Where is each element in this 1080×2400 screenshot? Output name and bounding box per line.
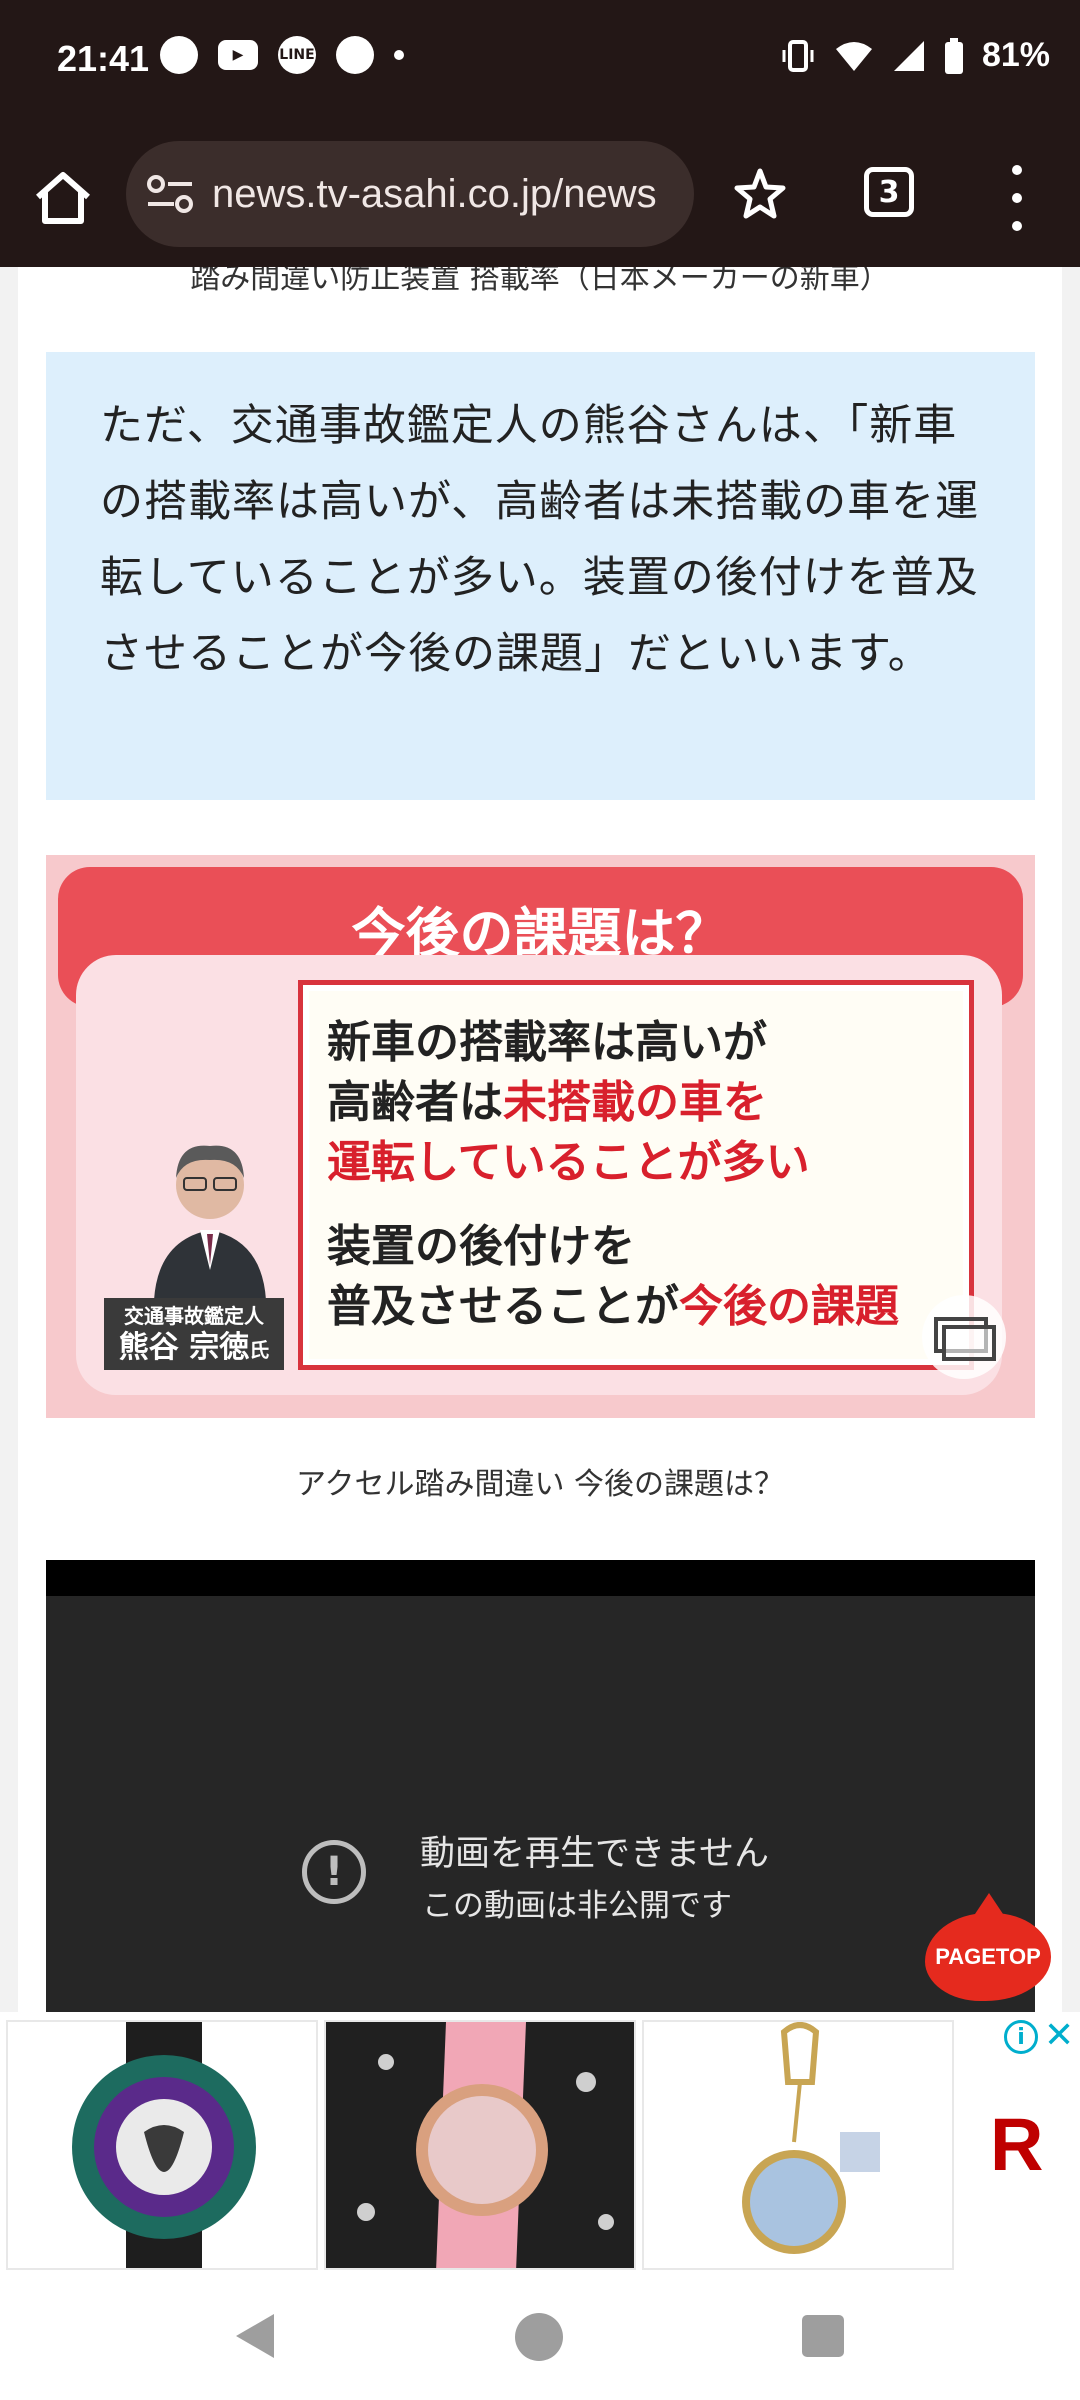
quote-box: ただ、交通事故鑑定人の熊谷さんは、「新車の搭載率は高いが、高齢者は未搭載の車を運… — [46, 352, 1035, 800]
figure-line-2: 高齢者は未搭載の車を — [327, 1077, 767, 1128]
speaker-role: 交通事故鑑定人 — [124, 1304, 264, 1328]
bookmark-star-icon[interactable] — [730, 165, 790, 225]
vibrate-icon — [782, 39, 814, 72]
notification-icons: ▶ LINE — [160, 36, 404, 74]
error-icon: ! — [302, 1840, 366, 1904]
chat-bubble-icon — [160, 36, 198, 74]
video-top-bar — [46, 1560, 1035, 1596]
web-page: 踏み間違い防止装置 搭載率（日本メーカーの新車） ただ、交通事故鑑定人の熊谷さん… — [0, 267, 1080, 2012]
status-time: 21:41 — [57, 38, 150, 79]
article-figure[interactable]: 今後の課題は？ 新車の搭載率は高いが 高齢者は未搭載の車を 運転していることが多… — [46, 855, 1035, 1418]
site-settings-icon[interactable] — [146, 174, 194, 214]
figure-line-5: 普及させることが今後の課題 — [327, 1281, 899, 1332]
wifi-icon — [835, 41, 872, 71]
video-player[interactable]: ! 動画を再生できません この動画は非公開です — [46, 1560, 1035, 2012]
dot-icon — [394, 50, 404, 60]
figure-line-3: 運転していることが多い — [327, 1137, 810, 1188]
battery-icon — [944, 37, 963, 74]
recent-apps-icon[interactable] — [802, 2315, 844, 2357]
tab-switcher-button[interactable]: 3 — [864, 167, 914, 217]
pagetop-button[interactable]: PAGETOP — [925, 1893, 1051, 2003]
pagetop-label: PAGETOP — [925, 1913, 1051, 2001]
home-icon[interactable] — [30, 165, 96, 231]
status-bar: 21:41 ▶ LINE 81% — [0, 0, 1080, 125]
speech-bubble: 新車の搭載率は高いが 高齢者は未搭載の車を 運転していることが多い 装置の後付け… — [298, 980, 974, 1370]
rabbit-icon — [336, 36, 374, 74]
back-icon[interactable] — [236, 2314, 274, 2358]
browser-toolbar: news.tv-asahi.co.jp/news 3 — [0, 125, 1080, 267]
video-error-title: 動画を再生できません — [420, 1834, 769, 1874]
line-icon: LINE — [278, 36, 316, 74]
person-photo — [154, 1145, 266, 1300]
ad-product-watch-3[interactable] — [642, 2020, 954, 2270]
figure-line-1: 新車の搭載率は高いが — [327, 1017, 767, 1068]
ad-brand-logo[interactable]: R — [990, 2102, 1043, 2187]
figure-caption: アクセル踏み間違い 今後の課題は？ — [295, 1467, 785, 1502]
home-nav-icon[interactable] — [515, 2313, 563, 2361]
expand-image-icon[interactable] — [922, 1295, 1006, 1379]
speaker-suffix: 氏 — [249, 1338, 270, 1362]
ad-banner[interactable]: i ✕ R — [0, 2012, 1080, 2280]
system-nav-bar — [0, 2280, 1080, 2400]
address-bar[interactable]: news.tv-asahi.co.jp/news — [126, 141, 694, 247]
speaker-name: 熊谷 宗徳 — [118, 1330, 250, 1365]
ad-close-icon[interactable]: ✕ — [1044, 2018, 1074, 2054]
system-status: 81% — [780, 36, 1050, 75]
article-body: 踏み間違い防止装置 搭載率（日本メーカーの新車） ただ、交通事故鑑定人の熊谷さん… — [18, 267, 1062, 2012]
ad-product-watch-2[interactable] — [324, 2020, 636, 2270]
ad-info-icon[interactable]: i — [1004, 2020, 1038, 2054]
overflow-menu-icon[interactable] — [1000, 165, 1034, 231]
url-text[interactable]: news.tv-asahi.co.jp/news — [212, 172, 657, 217]
video-error-subtitle: この動画は非公開です — [422, 1888, 732, 1924]
cell-signal-icon — [893, 40, 924, 71]
youtube-icon: ▶ — [218, 40, 258, 70]
previous-image-caption: 踏み間違い防止装置 搭載率（日本メーカーの新車） — [190, 267, 890, 296]
ad-product-watch-1[interactable] — [6, 2020, 318, 2270]
speaker-name-plate: 交通事故鑑定人 熊谷 宗徳氏 — [104, 1298, 284, 1370]
battery-level: 81% — [981, 36, 1050, 74]
figure-line-4: 装置の後付けを — [327, 1221, 635, 1272]
